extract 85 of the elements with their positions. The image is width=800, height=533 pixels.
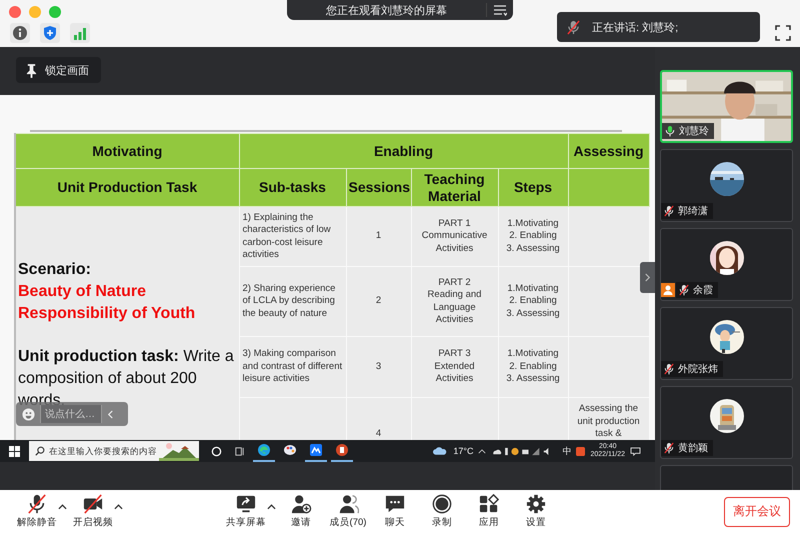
scenario-text: Beauty of Nature xyxy=(18,282,148,302)
scenario-text: Responsibility of Youth xyxy=(18,304,196,324)
participant-name: 外院张炜 xyxy=(661,361,723,377)
table-cell: PART 3 Extended Activities xyxy=(434,348,475,384)
table-cell: 2 xyxy=(376,295,382,306)
toolbar-button[interactable]: 共享屏幕 xyxy=(223,494,269,529)
toolbar-button[interactable]: 解除静音 xyxy=(14,494,60,529)
table-cell: 4 xyxy=(376,428,382,439)
participant-name: 刘慧玲 xyxy=(662,123,714,139)
participant-tile[interactable]: 刘慧玲 xyxy=(660,70,793,143)
toolbar-button[interactable]: 应用 xyxy=(467,494,511,529)
cloud-icon xyxy=(433,446,448,456)
table-cell: 1.Motivating 2. Enabling 3. Assessing xyxy=(506,282,560,319)
chevron-left-icon[interactable] xyxy=(107,410,114,418)
collapse-handle[interactable] xyxy=(640,262,655,293)
table-cell: 1 xyxy=(376,230,382,242)
toolbar-button[interactable]: 录制 xyxy=(420,494,464,529)
browser-icon xyxy=(257,443,271,457)
chevron-right-icon xyxy=(644,273,651,282)
mic-muted-icon xyxy=(567,20,580,34)
leave-meeting-button[interactable]: 离开会议 xyxy=(724,496,790,526)
participant-name: 黄韵颖 xyxy=(661,440,713,456)
lock-view-button[interactable]: 锁定画面 xyxy=(16,57,101,83)
pin-icon xyxy=(26,62,37,78)
table-cell: 1.Motivating 2. Enabling 3. Assessing xyxy=(506,218,560,254)
participant-name: 余霞 xyxy=(676,282,718,298)
caret-icon[interactable] xyxy=(267,504,276,510)
table-cell: Assessing the unit production task & xyxy=(577,403,640,439)
input-method-text[interactable]: 中 xyxy=(562,444,572,458)
column-header: Sessions xyxy=(346,168,411,206)
weather-text: 17°C xyxy=(453,446,474,456)
column-header: Unit Production Task xyxy=(15,168,239,206)
participant-tile[interactable]: 郭绮潇 xyxy=(660,149,793,222)
column-header: Sub-tasks xyxy=(239,168,346,206)
info-icon[interactable] xyxy=(10,23,30,43)
chat-icon xyxy=(384,494,406,514)
circle-icon[interactable] xyxy=(211,446,222,456)
meeting-app-icon xyxy=(309,443,323,457)
apps-icon xyxy=(478,494,500,514)
table-cell: PART 2 Reading and Language Activities xyxy=(428,276,482,325)
participant-tile[interactable]: 余霞 xyxy=(660,228,793,301)
slides-app-icon xyxy=(335,443,349,457)
speaker-text: 正在讲话: 刘慧玲; xyxy=(592,20,678,34)
task-view-icon[interactable] xyxy=(234,446,245,456)
fullscreen-icon[interactable] xyxy=(775,25,791,41)
column-header: Teaching Material xyxy=(411,168,498,206)
toolbar-button[interactable]: 设置 xyxy=(514,494,558,529)
mic-icon xyxy=(26,494,48,514)
notification-icon[interactable] xyxy=(630,446,641,456)
table-header: Enabling xyxy=(239,134,568,168)
caret-icon[interactable] xyxy=(58,504,67,510)
table-cell: 2) Sharing experience of LCLA by describing the beauty of nature xyxy=(242,282,336,319)
toolbar-button[interactable]: 成员(70) xyxy=(326,494,370,529)
table-cell: PART 1 Communicative Activities xyxy=(422,218,488,254)
settings-icon xyxy=(525,494,547,514)
record-icon xyxy=(431,494,453,514)
participant-tile[interactable]: 外院张炜 xyxy=(660,307,793,380)
table-cell: 1) Explaining the characteristics of low carbon-cost leisure activities xyxy=(242,212,331,260)
app-tray-icon[interactable] xyxy=(576,446,586,456)
chevron-up-icon[interactable] xyxy=(478,448,486,454)
close-button[interactable] xyxy=(9,6,21,18)
table-header: Assessing xyxy=(568,134,649,168)
table-header: Motivating xyxy=(15,134,239,168)
palette-icon xyxy=(283,443,297,457)
smiley-icon[interactable] xyxy=(22,408,35,420)
table-cell: 3) Making comparison and contrast of different leisure activities xyxy=(242,348,342,384)
caret-icon[interactable] xyxy=(114,504,123,510)
window-title: 您正在观看刘慧玲的屏幕 xyxy=(325,4,448,18)
search-field[interactable]: 在这里输入你要搜索的内容 xyxy=(29,441,159,461)
windows-icon[interactable] xyxy=(9,446,20,456)
shield-icon[interactable] xyxy=(40,23,60,43)
table-cell: 1.Motivating 2. Enabling 3. Assessing xyxy=(506,348,560,384)
invite-icon xyxy=(290,494,312,514)
chat-field[interactable]: 说点什么… xyxy=(40,405,102,423)
toolbar-button[interactable]: 邀请 xyxy=(279,494,323,529)
video-icon xyxy=(82,494,104,514)
table-cell: 3 xyxy=(376,360,382,372)
members-icon xyxy=(337,494,359,514)
participant-tile[interactable]: 黄韵颖 xyxy=(660,386,793,459)
toolbar-button[interactable]: 聊天 xyxy=(373,494,417,529)
scenario-label: Scenario: xyxy=(18,260,92,280)
share-icon xyxy=(235,494,257,514)
participant-name: 郭绮潇 xyxy=(661,203,713,219)
column-header: Steps xyxy=(498,168,568,206)
toolbar-button[interactable]: 开启视频 xyxy=(70,494,116,529)
